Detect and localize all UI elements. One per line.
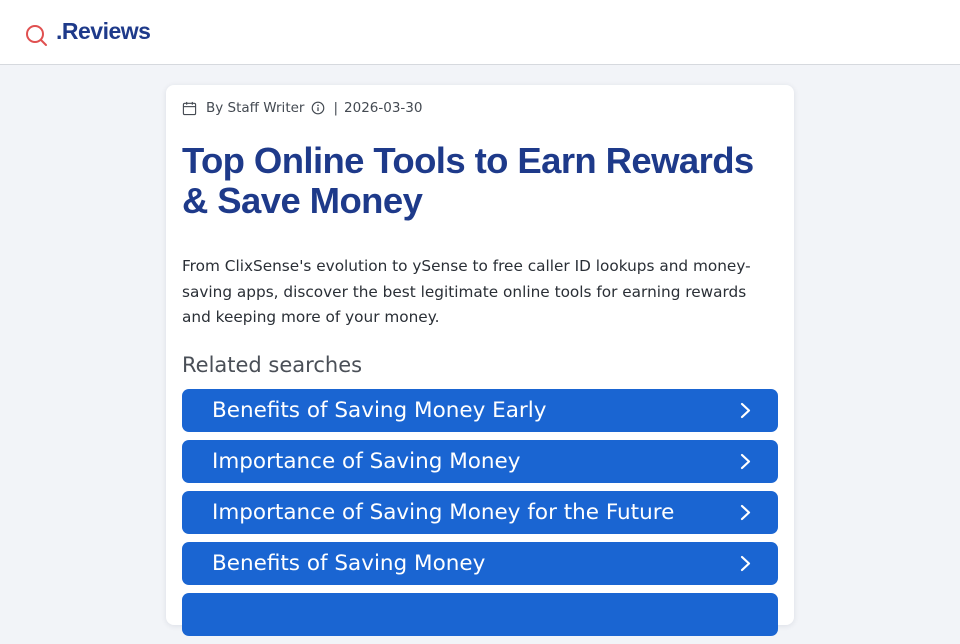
article-meta: By Staff Writer | 2026-03-30 bbox=[182, 99, 423, 117]
related-searches-heading: Related searches bbox=[182, 353, 363, 377]
related-search-button[interactable]: Importance of Saving Money for the Futur… bbox=[182, 491, 778, 534]
calendar-icon bbox=[182, 101, 197, 115]
author-name: By Staff Writer bbox=[206, 100, 305, 116]
related-searches-list: Benefits of Saving Money Early Importanc… bbox=[182, 389, 778, 644]
info-icon[interactable] bbox=[311, 101, 325, 115]
article-description: From ClixSense's evolution to ySense to … bbox=[182, 257, 751, 327]
meta-separator: | bbox=[333, 100, 339, 116]
related-search-label: Importance of Saving Money bbox=[212, 449, 521, 474]
related-search-button[interactable] bbox=[182, 593, 778, 636]
page-title: Top Online Tools to Earn Rewards & Save … bbox=[182, 140, 754, 221]
related-search-label: Benefits of Saving Money bbox=[212, 551, 486, 576]
related-search-label: Benefits of Saving Money Early bbox=[212, 398, 547, 423]
related-search-button[interactable]: Importance of Saving Money bbox=[182, 440, 778, 483]
related-search-button[interactable]: Benefits of Saving Money Early bbox=[182, 389, 778, 432]
chevron-right-icon bbox=[740, 453, 751, 470]
chevron-right-icon bbox=[740, 555, 751, 572]
chevron-right-icon bbox=[740, 402, 751, 419]
chevron-right-icon bbox=[740, 504, 751, 521]
publish-date: 2026-03-30 bbox=[344, 100, 423, 116]
related-search-label: Importance of Saving Money for the Futur… bbox=[212, 500, 675, 525]
search-icon bbox=[26, 25, 47, 46]
site-logo[interactable]: .Reviews bbox=[56, 18, 151, 45]
related-search-button[interactable]: Benefits of Saving Money bbox=[182, 542, 778, 585]
article-card: By Staff Writer | 2026-03-30 Top Online … bbox=[166, 85, 794, 636]
site-header: .Reviews bbox=[0, 0, 960, 65]
